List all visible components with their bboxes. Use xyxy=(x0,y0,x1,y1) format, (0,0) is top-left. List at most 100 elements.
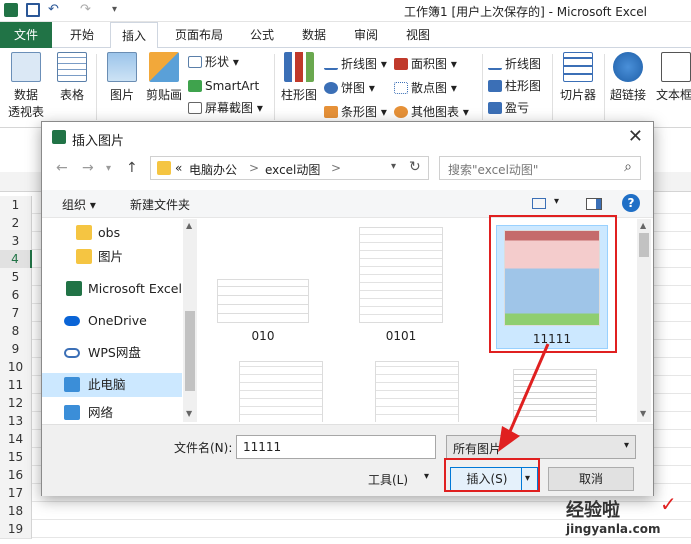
breadcrumb-item[interactable]: excel动图 xyxy=(265,161,320,178)
row-header[interactable]: 5 xyxy=(0,268,32,287)
tools-button[interactable]: 工具(L) xyxy=(368,471,408,488)
column-chart-button[interactable]: 柱形图 xyxy=(278,52,320,103)
excel-icon xyxy=(52,130,66,144)
row-header[interactable]: 1 xyxy=(0,196,32,215)
nav-item-wps-drive[interactable]: WPS网盘 xyxy=(42,341,182,365)
sparkline-column-button[interactable]: 柱形图 xyxy=(488,76,541,96)
search-input[interactable]: 搜索"excel动图" ⌕ xyxy=(439,156,641,180)
smartart-button[interactable]: SmartArt xyxy=(188,76,259,96)
nav-item-this-pc[interactable]: 此电脑 xyxy=(42,373,182,397)
dialog-toolbar: 组织 ▾ 新建文件夹 ▾ ? xyxy=(42,190,653,218)
search-icon[interactable]: ⌕ xyxy=(624,159,632,175)
slicer-button[interactable]: 切片器 xyxy=(556,52,600,103)
tab-page-layout[interactable]: 页面布局 xyxy=(166,22,232,48)
nav-item-obs[interactable]: obs xyxy=(42,221,182,245)
file-item[interactable]: 010 xyxy=(208,259,318,343)
row-header[interactable]: 15 xyxy=(0,448,32,467)
view-dropdown-icon[interactable]: ▾ xyxy=(554,196,559,207)
row-header[interactable]: 16 xyxy=(0,466,32,485)
new-folder-button[interactable]: 新建文件夹 xyxy=(130,196,190,213)
tab-review[interactable]: 审阅 xyxy=(344,22,388,48)
sparkline-winloss-button[interactable]: 盈亏 xyxy=(488,98,529,118)
breadcrumb-overflow[interactable]: « xyxy=(175,161,182,175)
breadcrumb-item[interactable]: 电脑办公 xyxy=(189,161,237,178)
row-header[interactable]: 12 xyxy=(0,394,32,413)
file-item[interactable] xyxy=(362,361,472,422)
scroll-down-icon[interactable]: ▼ xyxy=(640,409,646,418)
preview-pane-icon[interactable] xyxy=(586,198,602,210)
row-header[interactable]: 11 xyxy=(0,376,32,395)
filename-input[interactable]: 11111 xyxy=(236,435,436,459)
textbox-button[interactable]: 文本框 xyxy=(656,52,691,103)
clipart-button[interactable]: 剪贴画 xyxy=(144,52,184,103)
row-header[interactable]: 17 xyxy=(0,484,32,503)
scroll-up-icon[interactable]: ▲ xyxy=(640,221,646,230)
tools-dropdown-icon[interactable]: ▾ xyxy=(424,471,429,482)
row-header[interactable]: 18 xyxy=(0,502,32,521)
nav-item-microsoft-excel[interactable]: Microsoft Excel xyxy=(42,277,182,301)
pivot-label-2: 透视表 xyxy=(7,105,44,119)
file-item[interactable] xyxy=(226,361,336,422)
file-item[interactable]: 0101 xyxy=(346,227,456,343)
forward-icon[interactable]: → xyxy=(82,160,94,176)
breadcrumb-separator[interactable]: > xyxy=(249,161,259,175)
ribbon-separator xyxy=(552,54,553,120)
shapes-button[interactable]: 形状 ▾ xyxy=(188,52,239,72)
scatter-chart-button[interactable]: 散点图 ▾ xyxy=(394,78,457,98)
nav-item-label: 网络 xyxy=(88,405,114,420)
address-dropdown-icon[interactable]: ▾ xyxy=(391,161,396,172)
screenshot-icon xyxy=(188,102,202,114)
tab-formulas[interactable]: 公式 xyxy=(240,22,284,48)
screenshot-button[interactable]: 屏幕截图 ▾ xyxy=(188,98,263,118)
back-icon[interactable]: ← xyxy=(56,160,68,176)
file-scrollbar[interactable]: ▲ ▼ xyxy=(637,219,651,422)
tab-insert[interactable]: 插入 xyxy=(110,22,158,49)
row-header[interactable]: 8 xyxy=(0,322,32,341)
row-header[interactable]: 19 xyxy=(0,520,32,539)
view-options-icon[interactable] xyxy=(532,198,546,209)
line-chart-button[interactable]: 折线图 ▾ xyxy=(324,54,387,74)
scroll-down-icon[interactable]: ▼ xyxy=(186,409,192,418)
scroll-up-icon[interactable]: ▲ xyxy=(186,221,192,230)
pie-chart-button[interactable]: 饼图 ▾ xyxy=(324,78,375,98)
table-button[interactable]: 表格 xyxy=(52,52,92,103)
row-header[interactable]: 13 xyxy=(0,412,32,431)
bar-chart-button[interactable]: 条形图 ▾ xyxy=(324,102,387,122)
nav-item-pictures[interactable]: 图片 xyxy=(42,245,182,269)
address-bar[interactable]: « 电脑办公 > excel动图 > ▾ ↻ xyxy=(150,156,429,180)
file-scroll-thumb[interactable] xyxy=(639,233,649,257)
hyperlink-button[interactable]: 超链接 xyxy=(606,52,650,103)
tab-view[interactable]: 视图 xyxy=(396,22,440,48)
area-chart-button[interactable]: 面积图 ▾ xyxy=(394,54,457,74)
row-header[interactable]: 7 xyxy=(0,304,32,323)
recent-dropdown-icon[interactable]: ▾ xyxy=(106,163,111,174)
nav-item-network[interactable]: 网络 xyxy=(42,401,182,425)
breadcrumb-separator[interactable]: > xyxy=(331,161,341,175)
row-header[interactable]: 4 xyxy=(0,250,32,269)
nav-scrollbar[interactable]: ▲ ▼ xyxy=(183,219,197,422)
row-header[interactable]: 9 xyxy=(0,340,32,359)
nav-item-label: 此电脑 xyxy=(88,377,126,392)
nav-item-onedrive[interactable]: OneDrive xyxy=(42,309,182,333)
pivot-table-button[interactable]: 数据 透视表 xyxy=(4,52,48,120)
row-header[interactable]: 14 xyxy=(0,430,32,449)
close-icon[interactable]: ✕ xyxy=(628,126,643,147)
ribbon-separator xyxy=(604,54,605,120)
tab-home[interactable]: 开始 xyxy=(60,22,104,48)
help-icon[interactable]: ? xyxy=(622,194,640,212)
tab-file[interactable]: 文件 xyxy=(0,22,52,48)
organize-button[interactable]: 组织 ▾ xyxy=(62,196,96,213)
up-icon[interactable]: ↑ xyxy=(126,160,138,176)
tab-data[interactable]: 数据 xyxy=(292,22,336,48)
row-header[interactable]: 10 xyxy=(0,358,32,377)
sparkline-line-button[interactable]: 折线图 xyxy=(488,54,541,74)
other-charts-button[interactable]: 其他图表 ▾ xyxy=(394,102,469,122)
cancel-button[interactable]: 取消 xyxy=(548,467,634,491)
row-header[interactable]: 3 xyxy=(0,232,32,251)
picture-button[interactable]: 图片 xyxy=(102,52,142,103)
refresh-icon[interactable]: ↻ xyxy=(409,159,421,175)
row-header[interactable]: 2 xyxy=(0,214,32,233)
nav-scroll-thumb[interactable] xyxy=(185,311,195,391)
row-header[interactable]: 6 xyxy=(0,286,32,305)
folder-icon xyxy=(76,249,92,264)
